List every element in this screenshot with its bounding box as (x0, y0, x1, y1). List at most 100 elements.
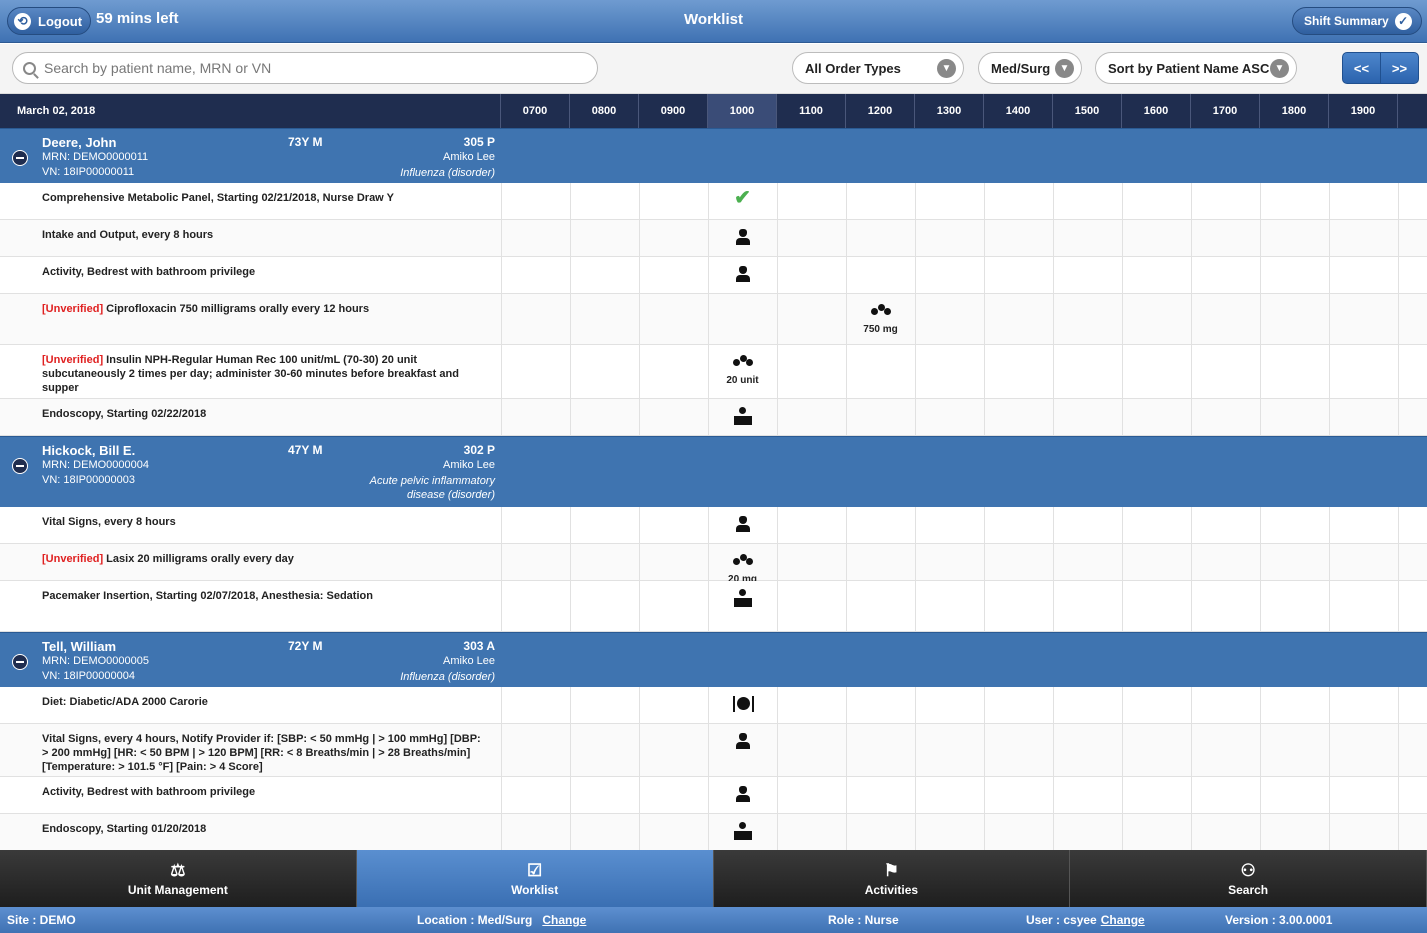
order-row[interactable]: Vital Signs, every 4 hours, Notify Provi… (0, 724, 1427, 777)
bottom-tab-bar: ⚖ Unit Management ☑ Worklist ⚑ Activities ⚇ Sea… (0, 850, 1427, 907)
tab-search[interactable]: ⚇ Search (1070, 850, 1427, 907)
scheduled-task-marker[interactable] (708, 513, 777, 535)
order-row[interactable]: Activity, Bedrest with bathroom privileg… (0, 257, 1427, 294)
order-types-value: All Order Types (805, 60, 901, 76)
scheduled-task-marker[interactable]: 750 mg (846, 300, 915, 335)
scheduled-task-marker[interactable] (708, 405, 777, 428)
order-text: Lasix 20 milligrams orally every day (103, 553, 294, 565)
unverified-flag: [Unverified] (42, 303, 104, 315)
patient-age-sex: 72Y M (288, 639, 323, 653)
site-label: Site : DEMO (7, 913, 76, 927)
scheduled-task-marker[interactable] (708, 820, 777, 843)
hour-column-1900: 1900 (1329, 94, 1398, 128)
version-label: Version : 3.00.0001 (1225, 913, 1333, 927)
filter-bar: All Order Types ▼ Med/Surg ▼ Sort by Pat… (0, 44, 1427, 94)
timeline-header: March 02, 2018 0700 0800 0900 1000 1100 1200 1… (0, 94, 1427, 128)
timeline-cells (501, 345, 1427, 398)
scheduled-task-marker[interactable] (708, 783, 777, 805)
patient-age-sex: 47Y M (288, 443, 323, 457)
scheduled-task-marker[interactable] (708, 730, 777, 752)
worklist-icon: ☑ (527, 860, 543, 880)
checkmark-icon: ✓ (1394, 12, 1412, 30)
patient-name: Tell, William (42, 639, 117, 654)
sort-value: Sort by Patient Name ASC (1108, 60, 1270, 76)
order-row[interactable]: [Unverified] Ciprofloxacin 750 milligram… (0, 294, 1427, 345)
tab-label: Worklist (511, 882, 559, 897)
patient-row[interactable]: Deere, John 73Y M 305 P MRN: DEMO0000011 VN:… (0, 128, 1427, 183)
search-input[interactable] (44, 60, 564, 76)
patient-search[interactable] (12, 52, 598, 84)
location-text: Location : Med/Surg (417, 913, 533, 927)
nurse-icon (735, 266, 750, 282)
order-row[interactable]: Activity, Bedrest with bathroom privileg… (0, 777, 1427, 814)
collapse-icon[interactable] (12, 458, 28, 474)
scheduled-task-marker[interactable] (708, 693, 777, 715)
timeline-cells (501, 581, 1427, 631)
order-text: Vital Signs, every 4 hours, Notify Provi… (42, 733, 481, 773)
timeline-cells (501, 220, 1427, 256)
patient-mrn: MRN: DEMO0000004 (42, 459, 149, 471)
hour-column-0800: 0800 (570, 94, 639, 128)
shift-summary-label: Shift Summary (1304, 14, 1389, 28)
scheduled-task-marker[interactable]: 20 mg (708, 550, 777, 585)
order-text: Ciprofloxacin 750 milligrams orally ever… (103, 303, 370, 315)
order-description: [Unverified] Insulin NPH-Regular Human R… (42, 353, 482, 395)
order-row[interactable]: Endoscopy, Starting 01/20/2018 (0, 814, 1427, 851)
order-row[interactable]: Diet: Diabetic/ADA 2000 Carorie (0, 687, 1427, 724)
patient-age-sex: 73Y M (288, 135, 323, 149)
order-row[interactable]: Endoscopy, Starting 02/22/2018 (0, 399, 1427, 436)
order-types-dropdown[interactable]: All Order Types ▼ (792, 52, 964, 84)
unit-value: Med/Surg (991, 60, 1051, 76)
shift-summary-button[interactable]: Shift Summary ✓ (1292, 7, 1422, 35)
scheduled-task-marker[interactable] (708, 587, 777, 610)
order-text: Intake and Output, every 8 hours (42, 229, 214, 241)
order-row[interactable]: [Unverified] Lasix 20 milligrams orally … (0, 544, 1427, 585)
order-description: Vital Signs, every 4 hours, Notify Provi… (42, 732, 482, 774)
check-icon: ✔ (734, 187, 751, 209)
page-title: Worklist (684, 11, 743, 28)
unit-dropdown[interactable]: Med/Surg ▼ (978, 52, 1082, 84)
order-description: [Unverified] Ciprofloxacin 750 milligram… (42, 302, 482, 316)
tab-activities[interactable]: ⚑ Activities (713, 850, 1071, 907)
hour-column-1800: 1800 (1260, 94, 1329, 128)
order-description: Intake and Output, every 8 hours (42, 228, 482, 242)
patient-vn: VN: 18IP00000011 (42, 166, 135, 178)
order-row[interactable]: Intake and Output, every 8 hours (0, 220, 1427, 257)
patient-orders: Vital Signs, every 8 hours [Unverified] L… (0, 507, 1427, 632)
order-text: Endoscopy, Starting 02/22/2018 (42, 408, 207, 420)
scheduled-task-marker[interactable]: 20 unit (708, 351, 777, 386)
tab-unit-management[interactable]: ⚖ Unit Management (0, 850, 357, 907)
order-text: Activity, Bedrest with bathroom privileg… (42, 786, 256, 798)
patient-diagnosis: Influenza (disorder) (400, 671, 495, 683)
previous-time-button[interactable]: << (1343, 53, 1381, 83)
patient-row[interactable]: Tell, William 72Y M 303 A MRN: DEMO0000005 V… (0, 632, 1427, 687)
patient-vn: VN: 18IP00000004 (42, 670, 135, 682)
procedure-icon (733, 822, 753, 840)
scheduled-task-marker[interactable] (708, 226, 777, 248)
scheduled-task-marker[interactable]: ✔ (708, 187, 777, 209)
assigned-nurse: Amiko Lee (443, 459, 495, 471)
collapse-icon[interactable] (12, 654, 28, 670)
collapse-icon[interactable] (12, 150, 28, 166)
tab-worklist[interactable]: ☑ Worklist (356, 850, 714, 907)
order-row[interactable]: Pacemaker Insertion, Starting 02/07/2018… (0, 581, 1427, 632)
pills-icon (732, 353, 753, 369)
order-text: Insulin NPH-Regular Human Rec 100 unit/m… (42, 354, 459, 394)
order-row[interactable]: Comprehensive Metabolic Panel, Starting … (0, 183, 1427, 220)
location-change-link[interactable]: Change (542, 913, 586, 927)
patient-diagnosis: Acute pelvic inflammatory disease (disor… (369, 475, 495, 501)
scheduled-task-marker[interactable] (708, 263, 777, 285)
hour-column-0700: 0700 (501, 94, 570, 128)
order-description: Vital Signs, every 8 hours (42, 515, 482, 529)
order-row[interactable]: Vital Signs, every 8 hours (0, 507, 1427, 544)
worklist-rows: Deere, John 73Y M 305 P MRN: DEMO0000011 VN:… (0, 128, 1427, 851)
hour-column-1700: 1700 (1191, 94, 1260, 128)
patient-row[interactable]: Hickock, Bill E. 47Y M 302 P MRN: DEMO00000… (0, 436, 1427, 507)
sort-dropdown[interactable]: Sort by Patient Name ASC ▼ (1095, 52, 1297, 84)
order-row[interactable]: [Unverified] Insulin NPH-Regular Human R… (0, 345, 1427, 399)
next-time-button[interactable]: >> (1381, 53, 1418, 83)
order-text: Activity, Bedrest with bathroom privileg… (42, 266, 256, 278)
user-change-link[interactable]: Change (1101, 913, 1145, 927)
order-text: Comprehensive Metabolic Panel, Starting … (42, 192, 394, 204)
diet-icon (732, 696, 754, 712)
